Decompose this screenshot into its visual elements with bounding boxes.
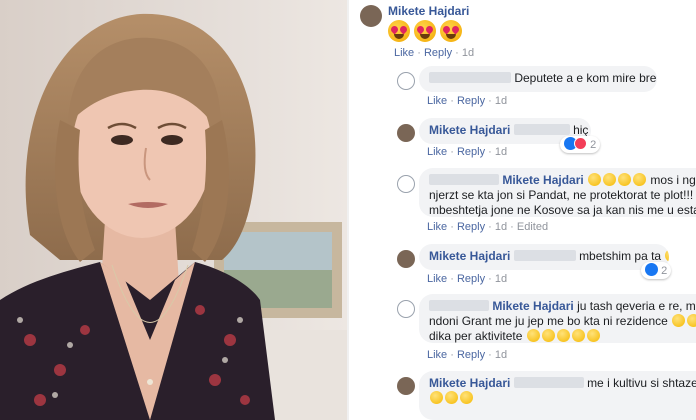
comment-text-line3: dika per aktivitete xyxy=(429,329,523,343)
comment-text-line2: njerzt se kta jon si Pandat, ne protekto… xyxy=(429,188,696,202)
reaction-summary[interactable]: 2 xyxy=(641,262,672,279)
commenter-avatar[interactable] xyxy=(397,300,415,318)
grinning-emoji-icon xyxy=(526,329,540,342)
facebook-comments-panel: Mikete Hajdari Like · Reply · 1d Deputet… xyxy=(349,0,696,420)
comment-bubble: Mikete Hajdari me i kultivu si shtazet s… xyxy=(419,371,696,420)
reply-link[interactable]: Reply xyxy=(457,349,485,361)
hidden-author-name xyxy=(429,300,489,311)
comment-author-name[interactable]: Mikete Hajdari xyxy=(429,249,510,263)
portrait-photo xyxy=(0,0,347,420)
heart-eyes-emoji-icon xyxy=(388,20,410,42)
comment-text: Deputete a e kom mire bre???? xyxy=(514,71,657,85)
post-time: 1d xyxy=(461,47,475,59)
comment-bubble: Mikete Hajdari ju tash qeveria e re, me … xyxy=(419,294,696,343)
grinning-emoji-icon xyxy=(571,329,585,342)
like-link[interactable]: Like xyxy=(427,349,447,361)
comment-text-line1: ju tash qeveria e re, me m xyxy=(577,299,696,313)
comment-time: 1d xyxy=(494,95,508,107)
laughing-emoji-icon xyxy=(665,249,669,262)
comment-time: 1d xyxy=(494,349,508,361)
comment-actions: Like · Reply · 1d xyxy=(427,146,508,158)
comment-time: 1d xyxy=(494,221,508,233)
hidden-author-name xyxy=(513,377,584,388)
comment-author-name[interactable]: Mikete Hajdari xyxy=(429,376,510,390)
heart-eyes-emoji-icon xyxy=(414,20,436,42)
comment-actions: Like · Reply · 1d xyxy=(427,95,508,107)
reply-link[interactable]: Reply xyxy=(457,273,485,285)
comment-actions: Like · Reply · 1d xyxy=(427,273,508,285)
comment-text: mbetshim pa ta xyxy=(579,249,662,263)
commenter-avatar[interactable] xyxy=(397,72,415,90)
hidden-author-name xyxy=(513,124,570,135)
comment-text-line3: mbeshtetja jone ne Kosove sa ja kan nis … xyxy=(429,203,696,217)
grinning-emoji-icon xyxy=(586,329,600,342)
comment-text-line1: mos i ngucni xyxy=(650,173,696,187)
post-actions: Like · Reply · 1d xyxy=(394,47,475,59)
hidden-author-name xyxy=(513,250,576,261)
like-link[interactable]: Like xyxy=(427,273,447,285)
commenter-avatar[interactable] xyxy=(397,175,415,193)
comment-text-line2: ndoni Grant me ju jep me bo kta ni rezid… xyxy=(429,314,668,328)
laughing-emoji-icon xyxy=(588,173,602,186)
reply-link[interactable]: Reply xyxy=(457,95,485,107)
laughing-emoji-icon xyxy=(603,173,617,186)
comment-bubble: Deputete a e kom mire bre???? xyxy=(419,66,657,92)
post-author-name[interactable]: Mikete Hajdari xyxy=(388,4,469,18)
grinning-emoji-icon xyxy=(445,391,458,404)
laughing-emoji-icon xyxy=(618,173,632,186)
commenter-avatar[interactable] xyxy=(397,124,415,142)
edited-label: Edited xyxy=(516,221,549,233)
heart-eyes-emoji-icon xyxy=(440,20,462,42)
post-reaction-emojis xyxy=(387,20,465,45)
laughing-emoji-icon xyxy=(687,314,696,327)
like-reaction-icon xyxy=(645,263,658,276)
reply-link[interactable]: Reply xyxy=(424,47,452,59)
portrait-illustration xyxy=(0,0,347,420)
like-link[interactable]: Like xyxy=(394,47,414,59)
laughing-emoji-icon xyxy=(672,314,686,327)
reply-link[interactable]: Reply xyxy=(457,146,485,158)
like-link[interactable]: Like xyxy=(427,95,447,107)
mention-link[interactable]: Mikete Hajdari xyxy=(492,299,573,313)
grinning-emoji-icon xyxy=(430,391,443,404)
comment-author-name[interactable]: Mikete Hajdari xyxy=(429,123,510,137)
commenter-avatar[interactable] xyxy=(397,250,415,268)
love-reaction-icon xyxy=(574,137,587,150)
grinning-emoji-icon xyxy=(460,391,473,404)
commenter-avatar[interactable] xyxy=(397,377,415,395)
comment-text: me i kultivu si shtazet shte xyxy=(587,376,696,390)
comment-bubble: Mikete Hajdari mos i ngucni njerzt se kt… xyxy=(419,168,696,217)
reaction-count: 2 xyxy=(661,265,668,277)
comment-actions: Like · Reply · 1d xyxy=(427,349,508,361)
hidden-author-name xyxy=(429,72,511,83)
comment-text: hiç xyxy=(573,123,589,137)
like-link[interactable]: Like xyxy=(427,221,447,233)
reaction-summary[interactable]: 2 xyxy=(560,136,601,153)
grinning-emoji-icon xyxy=(541,329,555,342)
reaction-count: 2 xyxy=(590,139,597,151)
mention-link[interactable]: Mikete Hajdari xyxy=(502,173,583,187)
comment-time: 1d xyxy=(494,146,508,158)
author-avatar[interactable] xyxy=(360,5,382,27)
grinning-emoji-icon xyxy=(556,329,570,342)
comment-bubble: Mikete Hajdari mbetshim pa ta xyxy=(419,244,669,270)
like-link[interactable]: Like xyxy=(427,146,447,158)
hidden-author-name xyxy=(429,174,499,185)
reply-link[interactable]: Reply xyxy=(457,221,485,233)
comment-time: 1d xyxy=(494,273,508,285)
laughing-emoji-icon xyxy=(633,173,647,186)
comment-actions: Like · Reply · 1d · Edited xyxy=(427,221,549,233)
